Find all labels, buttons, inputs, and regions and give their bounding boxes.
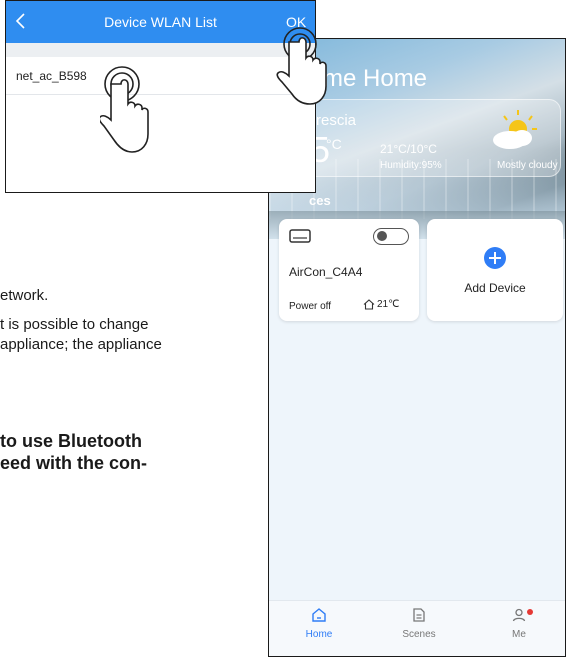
wlan-list-spacer [6,43,315,57]
wlan-network-row[interactable]: net_ac_B598 [6,57,315,95]
bottom-tab-bar: Home Scenes Me [269,600,565,656]
weather-humidity: Humidity:95% [380,160,442,171]
tab-me[interactable]: Me [489,607,549,640]
room-temperature-value: 21℃ [377,299,400,310]
device-card-aircon[interactable]: AirCon_C4A4 Power off 21℃ [279,219,419,321]
manual-text-line: appliance; the appliance [0,336,162,353]
tab-label: Scenes [402,629,436,640]
tab-label: Home [305,629,333,640]
home-icon [363,299,375,310]
wlan-title: Device WLAN List [104,14,217,30]
user-icon [512,608,526,622]
plus-icon [484,247,506,269]
power-toggle[interactable] [373,228,409,245]
manual-text-line: etwork. [0,287,49,304]
manual-text-line: t is possible to change [0,316,149,333]
weather-unit: °C [326,136,342,152]
partly-cloudy-icon [493,110,537,149]
devices-section-label: ces [309,193,331,208]
home-title[interactable]: me Home [323,65,427,93]
tab-scenes[interactable]: Scenes [389,607,449,640]
add-device-card[interactable]: Add Device [427,219,563,321]
weather-card[interactable]: rescia 5 °C 21°C/10°C Humidity:95% Mostl… [303,99,561,177]
air-conditioner-icon [289,229,311,243]
tab-label: Me [512,629,526,640]
device-status: Power off [289,301,332,312]
tab-home[interactable]: Home [289,607,349,640]
room-temperature: 21℃ [363,299,399,310]
add-device-label: Add Device [464,281,526,295]
home-icon [312,608,326,622]
weather-condition: Mostly cloudy [497,160,558,171]
device-name: AirCon_C4A4 [289,265,363,279]
tap-hand-icon [276,27,327,105]
wlan-network-name: net_ac_B598 [16,69,87,83]
tap-hand-icon [100,66,149,153]
weather-range: 21°C/10°C [380,142,437,156]
manual-bold-line: to use Bluetooth [0,431,142,451]
weather-city: rescia [316,112,357,129]
scenes-icon [413,608,425,622]
notification-dot [527,609,533,615]
wlan-header: Device WLAN List OK [6,1,315,43]
manual-bold-line: eed with the con- [0,453,148,473]
